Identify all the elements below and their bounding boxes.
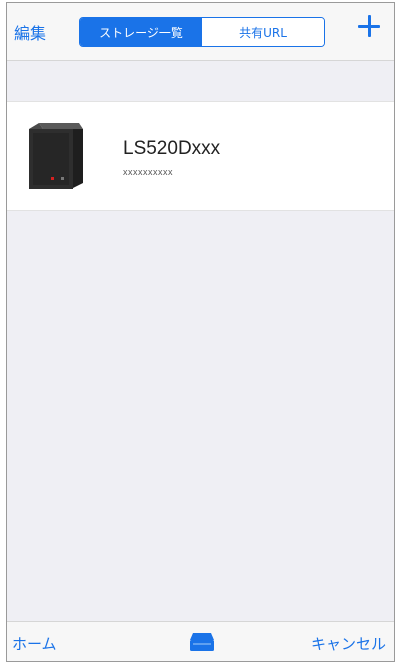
segment-storage-list[interactable]: ストレージ一覧 <box>80 18 202 46</box>
segmented-control: ストレージ一覧 共有URL <box>79 17 325 47</box>
segment-shared-url[interactable]: 共有URL <box>202 18 324 46</box>
plus-icon[interactable] <box>356 13 382 39</box>
list-item[interactable]: LS520Dxxx xxxxxxxxxx <box>7 101 394 211</box>
home-button[interactable]: ホーム <box>12 633 57 654</box>
bottom-toolbar: ホーム キャンセル <box>7 621 394 661</box>
storage-icon[interactable] <box>189 631 215 653</box>
edit-button[interactable]: 編集 <box>14 20 46 44</box>
cancel-button[interactable]: キャンセル <box>311 633 386 654</box>
app-screen: 編集 ストレージ一覧 共有URL LS520Dxxx xxxxxxxxxx ホー… <box>6 2 395 662</box>
navigation-bar: 編集 ストレージ一覧 共有URL <box>7 3 394 61</box>
device-name: LS520Dxxx <box>123 138 221 159</box>
device-subtitle: xxxxxxxxxx <box>123 167 173 177</box>
nas-device-icon <box>29 123 83 189</box>
